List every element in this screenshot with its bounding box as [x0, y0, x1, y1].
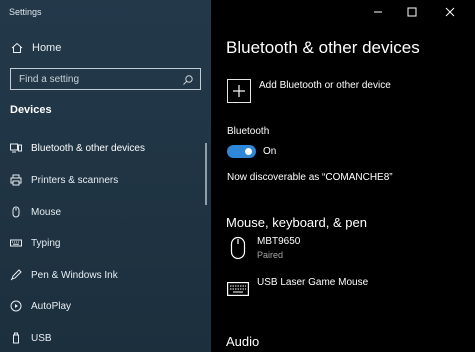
usb-icon	[10, 332, 22, 344]
discoverable-text: Now discoverable as “COMANCHE8”	[227, 172, 393, 183]
autoplay-icon	[10, 300, 22, 312]
home-icon	[11, 42, 23, 54]
keyboard-icon	[227, 277, 249, 301]
sidebar-item-bluetooth[interactable]: Bluetooth & other devices	[0, 134, 211, 162]
sidebar: Settings Home Devices Bluetooth & other …	[0, 0, 211, 352]
page-title: Bluetooth & other devices	[226, 38, 420, 57]
device-status: Paired	[257, 250, 284, 260]
mouse-icon	[227, 236, 249, 260]
plus-icon	[227, 79, 251, 103]
search-icon[interactable]	[182, 73, 194, 85]
sidebar-item-usb[interactable]: USB	[0, 324, 211, 352]
minimize-icon	[374, 11, 382, 13]
sidebar-item-printers[interactable]: Printers & scanners	[0, 166, 211, 194]
mouse-icon	[10, 206, 22, 218]
maximize-icon	[407, 7, 417, 17]
add-device-label: Add Bluetooth or other device	[259, 80, 391, 91]
group-title-mouse-keyboard-pen: Mouse, keyboard, & pen	[226, 215, 367, 230]
keyboard-icon	[10, 237, 22, 249]
device-item[interactable]: MBT9650 Paired	[227, 236, 300, 260]
close-button[interactable]	[433, 0, 467, 24]
home-label: Home	[32, 42, 62, 54]
sidebar-item-label: USB	[31, 332, 52, 344]
bluetooth-toggle[interactable]	[227, 145, 256, 158]
sidebar-home[interactable]: Home	[0, 38, 211, 58]
minimize-button[interactable]	[361, 0, 395, 24]
bluetooth-devices-icon	[10, 142, 22, 154]
sidebar-item-typing[interactable]: Typing	[0, 229, 211, 257]
device-name: USB Laser Game Mouse	[257, 277, 369, 288]
device-item[interactable]: USB Laser Game Mouse	[227, 277, 368, 301]
sidebar-item-label: AutoPlay	[31, 300, 72, 312]
section-title-devices: Devices	[10, 104, 52, 116]
printer-icon	[10, 174, 22, 186]
bluetooth-label: Bluetooth	[227, 126, 270, 137]
close-icon	[445, 7, 455, 17]
sidebar-item-label: Pen & Windows Ink	[31, 269, 118, 281]
maximize-button[interactable]	[395, 0, 429, 24]
device-name: MBT9650	[257, 236, 301, 247]
sidebar-item-label: Bluetooth & other devices	[31, 142, 145, 154]
sidebar-item-label: Mouse	[31, 206, 62, 218]
sidebar-item-autoplay[interactable]: AutoPlay	[0, 292, 211, 320]
sidebar-item-mouse[interactable]: Mouse	[0, 198, 211, 226]
sidebar-item-pen[interactable]: Pen & Windows Ink	[0, 261, 211, 289]
app-title: Settings	[9, 7, 42, 17]
bluetooth-toggle-state: On	[263, 146, 277, 157]
add-device-button[interactable]: Add Bluetooth or other device	[227, 79, 391, 103]
sidebar-item-label: Typing	[31, 237, 61, 249]
group-title-audio: Audio	[226, 334, 260, 349]
search-box[interactable]	[10, 68, 201, 90]
sidebar-scrollbar[interactable]	[205, 143, 207, 205]
search-input[interactable]	[11, 73, 176, 85]
sidebar-item-label: Printers & scanners	[31, 174, 119, 186]
main-panel: Bluetooth & other devices Add Bluetooth …	[211, 0, 475, 352]
pen-icon	[10, 269, 22, 281]
